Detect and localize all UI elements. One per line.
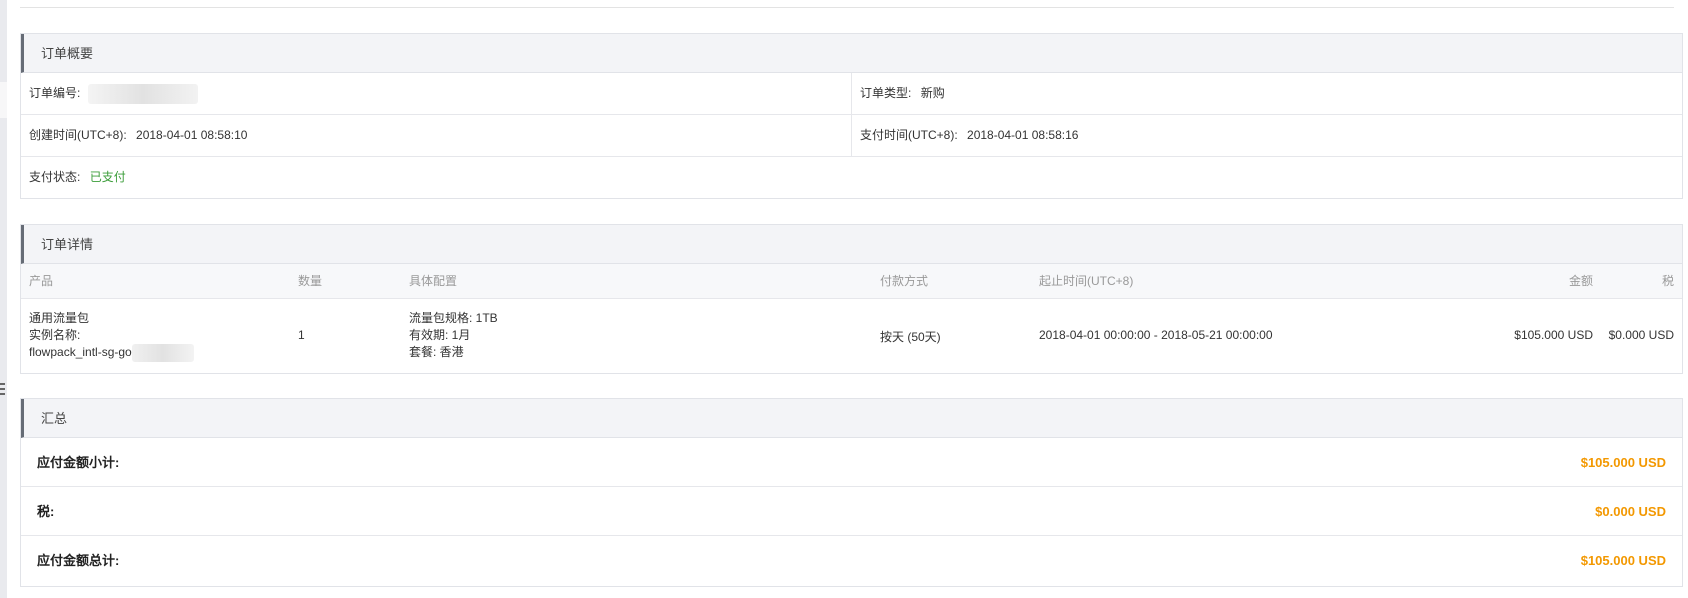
order-type-value: 新购 [920, 86, 945, 100]
order-number-label: 订单编号: [29, 86, 81, 100]
col-period: 起止时间(UTC+8) [1039, 274, 1134, 288]
config-validity: 有效期: 1月 [409, 328, 471, 342]
product-name: 通用流量包 [29, 311, 90, 325]
sidebar-edge-block [0, 118, 7, 598]
col-product: 产品 [29, 274, 54, 288]
col-quantity: 数量 [298, 274, 323, 288]
col-config: 具体配置 [409, 274, 458, 288]
paid-time-label: 支付时间(UTC+8): [860, 128, 958, 142]
instance-label: 实例名称: [29, 328, 81, 342]
tax-cell: $0.000 USD [1608, 328, 1674, 342]
paid-time-value: 2018-04-01 08:58:16 [967, 128, 1079, 142]
order-summary-panel: 订单概要 订单编号: 订单类型: 新购 创建时间(UTC+8): 2018-04… [20, 33, 1683, 199]
product-cell: 通用流量包 实例名称: flowpack_intl-sg-go [29, 310, 194, 362]
details-table-header: 产品 数量 具体配置 付款方式 起止时间(UTC+8) 金额 税 [21, 264, 1682, 299]
order-summary-title: 订单概要 [21, 34, 1682, 73]
col-tax: 税 [1661, 274, 1674, 288]
instance-name: flowpack_intl-sg-go [29, 345, 132, 360]
order-number-cell: 订单编号: [21, 73, 852, 114]
total-row: 应付金额总计: $105.000 USD [21, 536, 1682, 585]
order-details-panel: 订单详情 产品 数量 具体配置 付款方式 起止时间(UTC+8) 金额 税 通用… [20, 224, 1683, 374]
period-cell: 2018-04-01 00:00:00 - 2018-05-21 00:00:0… [1039, 328, 1273, 342]
quantity-cell: 1 [298, 328, 305, 342]
instance-name-line: flowpack_intl-sg-go [29, 344, 194, 362]
order-details-title: 订单详情 [21, 225, 1682, 264]
tax-row: 税: $0.000 USD [21, 487, 1682, 536]
config-spec: 流量包规格: 1TB [409, 311, 498, 325]
summary-row: 订单编号: 订单类型: 新购 [21, 73, 1682, 115]
config-cell: 流量包规格: 1TB 有效期: 1月 套餐: 香港 [409, 310, 498, 361]
tax-label: 税: [37, 504, 55, 519]
created-time-label: 创建时间(UTC+8): [29, 128, 127, 142]
order-type-cell: 订单类型: 新购 [852, 73, 945, 114]
col-payment: 付款方式 [880, 274, 929, 288]
table-row: 通用流量包 实例名称: flowpack_intl-sg-go 1 流量包规格:… [21, 299, 1682, 374]
created-time-cell: 创建时间(UTC+8): 2018-04-01 08:58:10 [21, 115, 852, 156]
payment-status-cell: 支付状态: 已支付 [21, 157, 1682, 199]
sidebar-edge-block [0, 0, 7, 82]
instance-name-masked [131, 344, 194, 362]
col-amount: 金额 [1568, 274, 1593, 288]
summary-row: 创建时间(UTC+8): 2018-04-01 08:58:10 支付时间(UT… [21, 115, 1682, 157]
summary-row: 支付状态: 已支付 [21, 157, 1682, 199]
top-divider [20, 7, 1674, 8]
order-number-masked [87, 83, 198, 104]
order-type-label: 订单类型: [860, 86, 912, 100]
total-value: $105.000 USD [1580, 553, 1666, 568]
sidebar-toggle-icon[interactable] [0, 383, 5, 396]
payment-status-value: 已支付 [89, 170, 126, 184]
subtotal-label: 应付金额小计: [37, 455, 120, 470]
tax-value: $0.000 USD [1595, 504, 1666, 519]
subtotal-row: 应付金额小计: $105.000 USD [21, 438, 1682, 487]
subtotal-value: $105.000 USD [1580, 455, 1666, 470]
created-time-value: 2018-04-01 08:58:10 [136, 128, 248, 142]
total-label: 应付金额总计: [37, 553, 120, 568]
config-plan: 套餐: 香港 [409, 345, 464, 359]
totals-title: 汇总 [21, 399, 1682, 438]
amount-cell: $105.000 USD [1514, 328, 1593, 342]
paid-time-cell: 支付时间(UTC+8): 2018-04-01 08:58:16 [852, 115, 1078, 156]
payment-status-label: 支付状态: [29, 170, 81, 184]
payment-method-cell: 按天 (50天) [880, 330, 941, 344]
left-sidebar-edge [0, 0, 7, 598]
totals-panel: 汇总 应付金额小计: $105.000 USD 税: $0.000 USD 应付… [20, 398, 1683, 587]
